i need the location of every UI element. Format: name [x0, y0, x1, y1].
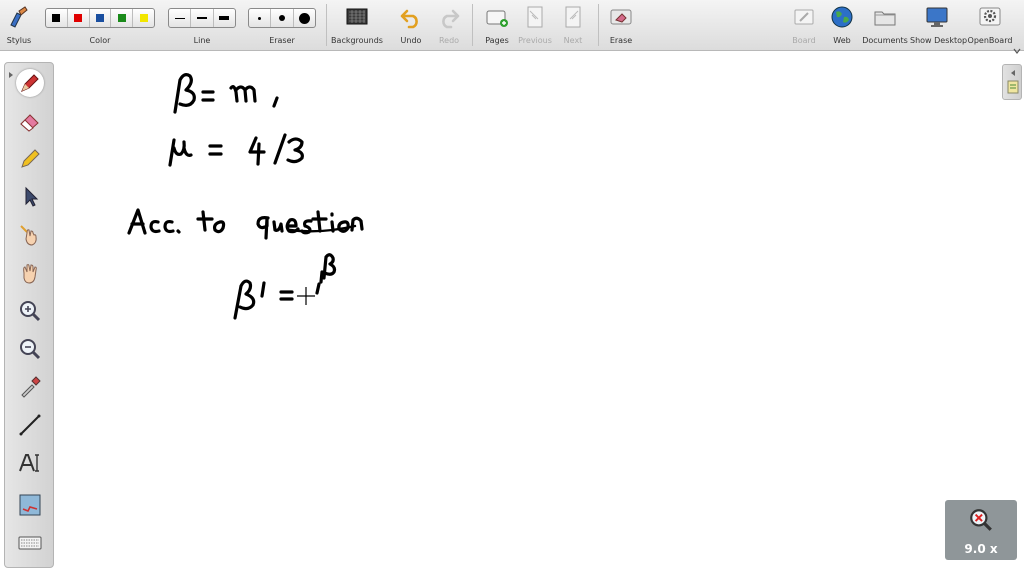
eraser-group: Eraser — [248, 0, 316, 51]
documents-button[interactable]: Documents — [862, 0, 908, 51]
text-tool[interactable] — [16, 449, 44, 477]
pointer-icon — [25, 186, 39, 207]
next-page-icon — [565, 6, 581, 28]
pointer-tool[interactable] — [16, 183, 44, 211]
zoom-in-icon — [20, 301, 41, 322]
pages-label: Pages — [485, 36, 509, 45]
board-icon — [794, 9, 814, 25]
main-toolbar: Stylus Color Line Eraser Backgrounds Und… — [0, 0, 1024, 54]
backgrounds-label: Backgrounds — [331, 36, 383, 45]
laser-pointer-tool[interactable] — [16, 221, 44, 249]
monitor-icon — [926, 7, 948, 27]
undo-button[interactable]: Undo — [396, 0, 426, 51]
board-button[interactable]: Board — [788, 0, 820, 51]
redo-button[interactable]: Redo — [434, 0, 464, 51]
line-tool[interactable] — [16, 411, 44, 439]
ink-stroke — [168, 133, 304, 167]
next-button[interactable]: Next — [556, 0, 590, 51]
ink-stroke — [173, 73, 279, 114]
crosshair-cursor-icon — [297, 287, 315, 305]
backgrounds-button[interactable]: Backgrounds — [330, 0, 384, 51]
gear-icon — [979, 7, 1001, 26]
chevron-down-icon[interactable] — [1013, 40, 1021, 54]
stylus-label: Stylus — [6, 36, 32, 45]
color-picker-tool[interactable] — [16, 373, 44, 401]
eraser-label: Eraser — [269, 36, 295, 45]
stylus-button[interactable]: Stylus — [2, 0, 36, 51]
text-icon — [19, 454, 39, 472]
erase-icon — [610, 9, 632, 25]
eraser-icon — [20, 114, 39, 132]
stylus-icon — [10, 6, 28, 28]
line-icon — [19, 414, 41, 436]
redo-label: Redo — [438, 36, 460, 45]
previous-page-icon — [527, 6, 543, 28]
marker-icon — [21, 149, 40, 168]
chevron-right-icon — [9, 72, 13, 78]
next-label: Next — [563, 36, 583, 45]
hand-icon — [23, 264, 37, 284]
keyboard-icon — [18, 536, 42, 550]
show-desktop-button[interactable]: Show Desktop — [910, 0, 968, 51]
zoom-in-tool[interactable] — [16, 297, 44, 325]
previous-button[interactable]: Previous — [516, 0, 554, 51]
pen-icon — [21, 74, 39, 92]
documents-label: Documents — [862, 36, 908, 45]
chevron-left-icon — [1007, 70, 1019, 94]
backgrounds-icon — [346, 8, 368, 25]
right-panel-collapse-tab[interactable] — [1002, 64, 1022, 100]
redo-icon — [442, 9, 460, 29]
picker-icon — [21, 376, 41, 398]
keyboard-tool[interactable] — [16, 529, 44, 557]
marker-tool[interactable] — [16, 145, 44, 173]
undo-icon — [400, 9, 418, 29]
zoom-level: 9.0 x — [964, 542, 998, 556]
toolbar-separator — [326, 4, 327, 46]
board-label: Board — [792, 36, 816, 45]
pages-button[interactable]: Pages — [480, 0, 514, 51]
laser-hand-icon — [20, 225, 37, 246]
hand-tool[interactable] — [16, 259, 44, 287]
web-globe-icon — [831, 6, 853, 28]
drawing-canvas[interactable] — [60, 52, 1000, 572]
left-panel-collapse-tab[interactable] — [4, 64, 20, 94]
show-desktop-label: Show Desktop — [910, 36, 968, 45]
undo-label: Undo — [400, 36, 422, 45]
previous-label: Previous — [518, 36, 552, 45]
erase-label: Erase — [609, 36, 633, 45]
capture-icon — [19, 494, 41, 516]
openboard-label: OpenBoard — [967, 36, 1013, 45]
capture-tool[interactable] — [16, 491, 44, 519]
tool-palette — [4, 62, 54, 568]
web-button[interactable]: Web — [826, 0, 858, 51]
erase-button[interactable]: Erase — [604, 0, 638, 51]
openboard-button[interactable]: OpenBoard — [966, 0, 1014, 51]
zoom-out-tool[interactable] — [16, 335, 44, 363]
web-label: Web — [833, 36, 851, 45]
toolbar-separator — [598, 4, 599, 46]
ink-stroke — [127, 208, 364, 240]
pages-icon — [486, 10, 508, 27]
pen-tool[interactable] — [16, 69, 44, 97]
zoom-reset-icon — [970, 509, 992, 531]
zoom-indicator[interactable]: 9.0 x — [945, 500, 1017, 560]
color-label: Color — [89, 36, 111, 45]
eraser-tool[interactable] — [16, 107, 44, 135]
toolbar-separator — [472, 4, 473, 46]
ink-stroke — [233, 253, 337, 320]
line-label: Line — [193, 36, 211, 45]
zoom-out-icon — [20, 339, 41, 360]
line-group: Line — [168, 0, 236, 51]
color-group: Color — [45, 0, 155, 51]
documents-folder-icon — [874, 11, 896, 26]
